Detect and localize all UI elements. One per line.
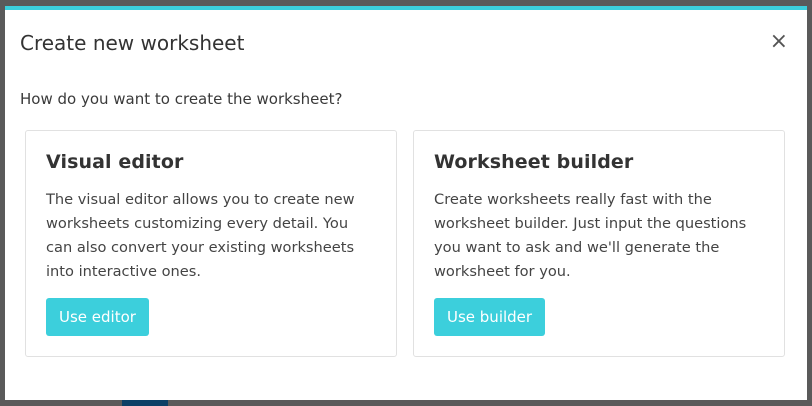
card-description: The visual editor allows you to create n… [46, 191, 355, 280]
worksheet-builder-card: Worksheet builder Create worksheets real… [413, 130, 785, 357]
create-worksheet-modal: Create new worksheet × How do you want t… [5, 6, 807, 400]
backdrop-strip [122, 400, 168, 406]
close-icon[interactable]: × [770, 28, 788, 56]
card-title: Worksheet builder [434, 151, 634, 173]
card-description: Create worksheets really fast with the w… [434, 191, 747, 280]
visual-editor-card: Visual editor The visual editor allows y… [25, 130, 397, 357]
creation-question: How do you want to create the worksheet? [20, 90, 343, 108]
card-title: Visual editor [46, 151, 184, 173]
modal-header: Create new worksheet × [20, 28, 792, 58]
use-builder-button[interactable]: Use builder [434, 298, 546, 336]
use-editor-button[interactable]: Use editor [46, 298, 149, 336]
modal-title: Create new worksheet [20, 31, 245, 55]
